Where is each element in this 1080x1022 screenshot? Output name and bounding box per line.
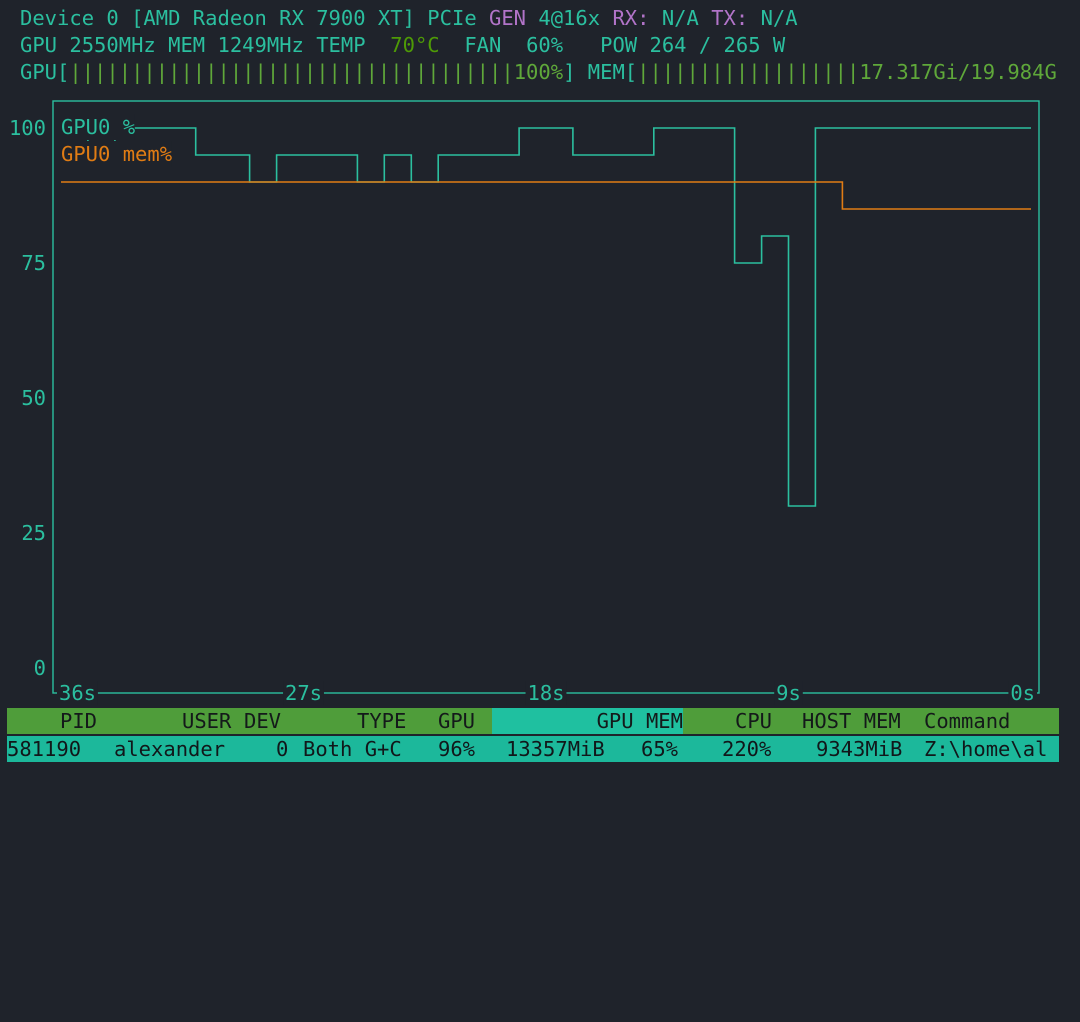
chart-frame: [52, 100, 1040, 694]
series-line-mem: [61, 181, 1031, 210]
x-tick-label: 27s: [285, 681, 322, 705]
row-command: Z:\home\al: [924, 737, 1048, 761]
x-tick-label: 0s: [1010, 681, 1035, 705]
col-type[interactable]: TYPE: [357, 708, 406, 734]
chart-series: [61, 127, 1031, 507]
col-host-mem[interactable]: HOST MEM: [802, 708, 901, 734]
row-pid: 581190: [7, 737, 82, 761]
col-gpu[interactable]: GPU: [438, 708, 475, 734]
col-gpu-mem[interactable]: GPU MEM: [492, 708, 683, 734]
row-cpu: 220%: [722, 737, 772, 761]
y-tick-label: 0: [34, 656, 46, 680]
table-row[interactable]: 581190 alexander 0 Both G+C 96% 13357MiB…: [7, 736, 1059, 762]
legend-item-gpu: GPU0 %: [61, 115, 136, 139]
y-tick-label: 25: [21, 521, 46, 545]
x-tick-label: 36s: [59, 681, 96, 705]
x-tick-label: 9s: [776, 681, 801, 705]
legend-item-mem: GPU0 mem%: [61, 142, 173, 166]
y-tick-label: 50: [21, 386, 46, 410]
chart-axes: [52, 100, 1040, 694]
row-host-mem: 9343MiB: [816, 737, 903, 761]
chart-legend: GPU0 % GPU0 mem%: [59, 114, 173, 167]
row-user: alexander: [114, 737, 226, 761]
series-line-gpu: [61, 127, 1031, 507]
row-gpu: 96%: [438, 737, 476, 761]
row-gpu-mem-pct: 65%: [641, 737, 679, 761]
chart-ticks: 100 75 50 25 0 36s 27s 18s 9s 0s: [9, 116, 1037, 705]
col-dev[interactable]: DEV: [244, 708, 281, 734]
col-command[interactable]: Command: [924, 708, 1010, 734]
process-table-header: PID USER DEV TYPE GPU GPU MEM CPU HOST M…: [7, 708, 1059, 734]
row-type: Both G+C: [303, 737, 402, 761]
y-tick-label: 100: [9, 116, 46, 140]
row-gpu-mem: 13357MiB: [506, 737, 605, 761]
col-user[interactable]: USER: [182, 708, 231, 734]
gpu-usage-chart: 100 75 50 25 0 36s 27s 18s 9s 0s GPU0 % GPU0 mem%: [9, 100, 1040, 705]
y-tick-label: 75: [21, 251, 46, 275]
row-dev: 0: [276, 737, 289, 761]
col-cpu[interactable]: CPU: [735, 708, 772, 734]
col-pid[interactable]: PID: [60, 708, 97, 734]
x-tick-label: 18s: [527, 681, 564, 705]
